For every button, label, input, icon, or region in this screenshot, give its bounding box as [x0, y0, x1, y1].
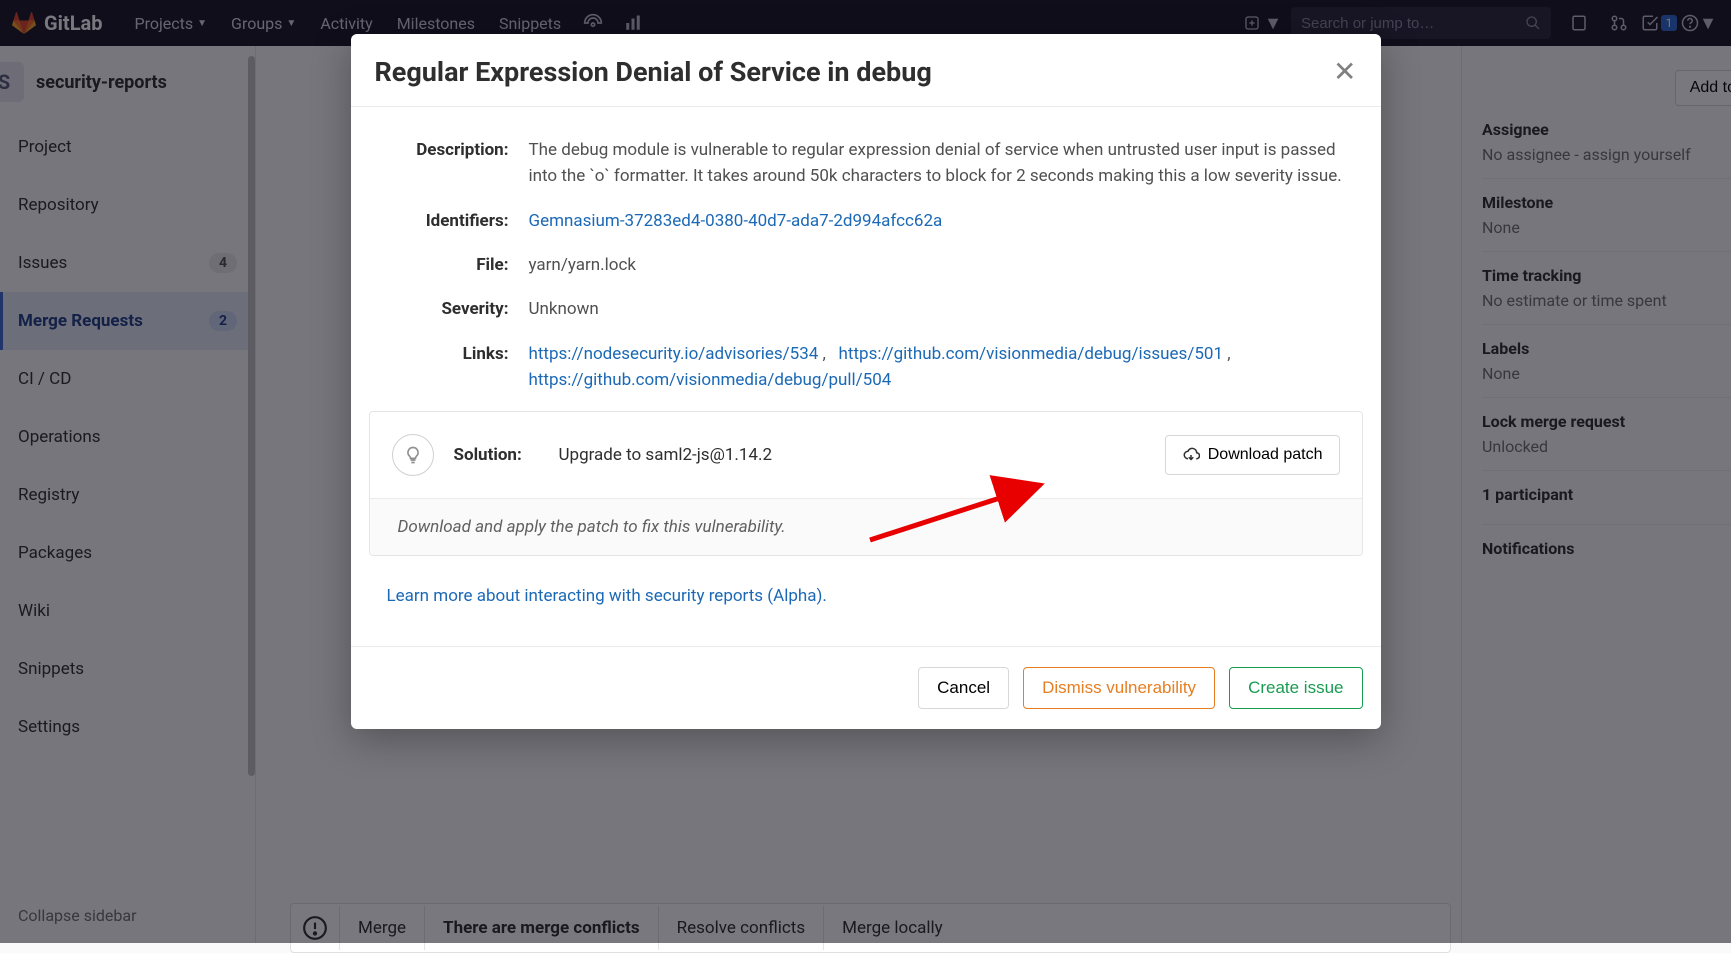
solution-label: Solution:	[454, 445, 539, 465]
vuln-link-3[interactable]: https://github.com/visionmedia/debug/pul…	[529, 370, 892, 390]
solution-panel: Solution: Upgrade to saml2-js@1.14.2 Dow…	[369, 411, 1363, 556]
vuln-link-2[interactable]: https://github.com/visionmedia/debug/iss…	[839, 344, 1223, 364]
severity-value: Unknown	[529, 296, 599, 322]
identifier-link[interactable]: Gemnasium-37283ed4-0380-40d7-ada7-2d994a…	[529, 211, 943, 231]
solution-text: Upgrade to saml2-js@1.14.2	[559, 445, 1145, 465]
description-label: Description:	[369, 137, 529, 190]
close-icon[interactable]: ✕	[1333, 58, 1356, 86]
file-label: File:	[369, 252, 529, 278]
links-label: Links:	[369, 341, 529, 394]
download-patch-button[interactable]: Download patch	[1165, 435, 1340, 475]
cancel-button[interactable]: Cancel	[918, 667, 1009, 709]
learn-more-link[interactable]: Learn more about interacting with securi…	[387, 586, 827, 606]
dismiss-vulnerability-button[interactable]: Dismiss vulnerability	[1023, 667, 1215, 709]
solution-hint: Download and apply the patch to fix this…	[370, 498, 1362, 555]
severity-label: Severity:	[369, 296, 529, 322]
cloud-download-icon	[1182, 446, 1200, 464]
modal-title: Regular Expression Denial of Service in …	[375, 56, 932, 88]
lightbulb-icon	[392, 434, 434, 476]
create-issue-button[interactable]: Create issue	[1229, 667, 1362, 709]
vuln-link-1[interactable]: https://nodesecurity.io/advisories/534	[529, 344, 819, 364]
download-patch-label: Download patch	[1208, 446, 1323, 464]
vulnerability-modal: Regular Expression Denial of Service in …	[351, 34, 1381, 729]
links-value: https://nodesecurity.io/advisories/534 ,…	[529, 341, 1231, 394]
identifiers-label: Identifiers:	[369, 208, 529, 234]
file-value: yarn/yarn.lock	[529, 252, 636, 278]
description-text: The debug module is vulnerable to regula…	[529, 137, 1363, 190]
